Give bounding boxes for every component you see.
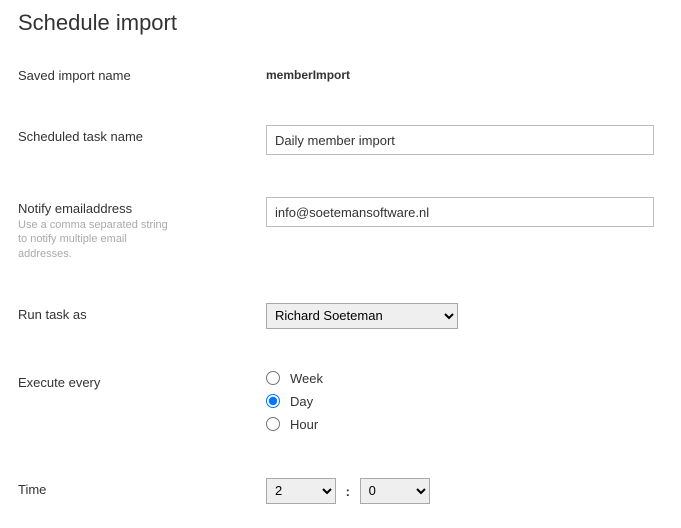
label-run-task-as: Run task as xyxy=(18,307,266,322)
label-saved-import-name: Saved import name xyxy=(18,68,266,83)
radio-hour[interactable] xyxy=(266,417,280,431)
time-hour-select[interactable]: 2 xyxy=(266,478,336,504)
execute-every-option-week[interactable]: Week xyxy=(266,371,663,386)
radio-hour-label: Hour xyxy=(290,417,318,432)
row-notify-email: Notify emailaddress Use a comma separate… xyxy=(18,197,663,261)
time-minute-select[interactable]: 0 xyxy=(360,478,430,504)
radio-week[interactable] xyxy=(266,371,280,385)
scheduled-task-name-input[interactable] xyxy=(266,125,654,155)
label-execute-every: Execute every xyxy=(18,375,266,390)
radio-day-label: Day xyxy=(290,394,313,409)
row-execute-every: Execute every Week Day Hour xyxy=(18,371,663,440)
radio-day[interactable] xyxy=(266,394,280,408)
row-time: Time 2 : 0 xyxy=(18,478,663,504)
run-task-as-select[interactable]: Richard Soeteman xyxy=(266,303,458,329)
page-title: Schedule import xyxy=(18,10,663,36)
radio-week-label: Week xyxy=(290,371,323,386)
row-scheduled-task-name: Scheduled task name xyxy=(18,125,663,155)
label-time: Time xyxy=(18,482,266,497)
label-scheduled-task-name: Scheduled task name xyxy=(18,129,266,144)
execute-every-radio-group: Week Day Hour xyxy=(266,371,663,432)
execute-every-option-hour[interactable]: Hour xyxy=(266,417,663,432)
label-notify-email: Notify emailaddress xyxy=(18,201,266,216)
time-separator: : xyxy=(346,484,350,499)
row-run-task-as: Run task as Richard Soeteman xyxy=(18,303,663,329)
help-notify-email: Use a comma separated string to notify m… xyxy=(18,218,178,261)
execute-every-option-day[interactable]: Day xyxy=(266,394,663,409)
row-saved-import-name: Saved import name memberImport xyxy=(18,64,663,83)
notify-email-input[interactable] xyxy=(266,197,654,227)
value-saved-import-name: memberImport xyxy=(266,64,350,82)
